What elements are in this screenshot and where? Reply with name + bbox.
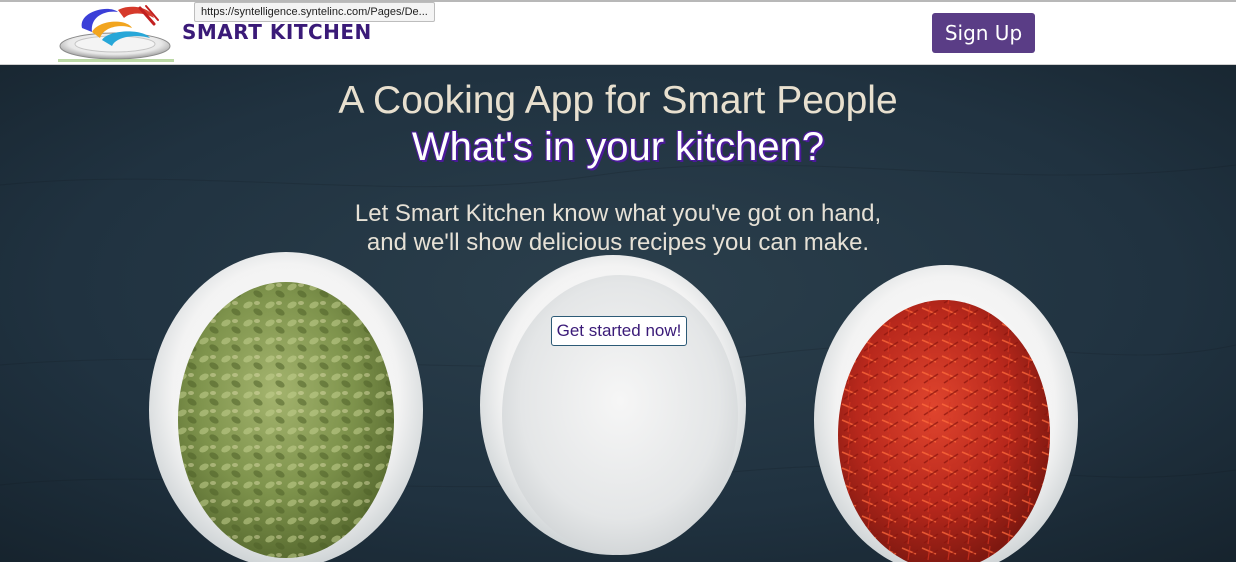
hero-tagline-line-1: Let Smart Kitchen know what you've got o… [354,200,882,227]
smart-kitchen-logo-icon[interactable] [58,2,174,62]
hero-tagline: Let Smart Kitchen know what you've got o… [0,199,1236,257]
navbar: SMART KITCHEN Sign Up [0,2,1236,65]
hero-section: A Cooking App for Smart People What's in… [0,65,1236,562]
brand-name[interactable]: SMART KITCHEN [182,20,372,44]
status-url-tooltip: https://syntelligence.syntelinc.com/Page… [194,2,435,22]
sign-up-button[interactable]: Sign Up [932,13,1035,53]
hero-title: A Cooking App for Smart People [338,79,898,122]
hero-subtitle: What's in your kitchen? [411,125,825,169]
page: SMART KITCHEN Sign Up https://syntellige… [0,0,1236,562]
hero-tagline-line-2: and we'll show delicious recipes you can… [366,229,870,256]
get-started-button[interactable]: Get started now! [551,316,687,346]
